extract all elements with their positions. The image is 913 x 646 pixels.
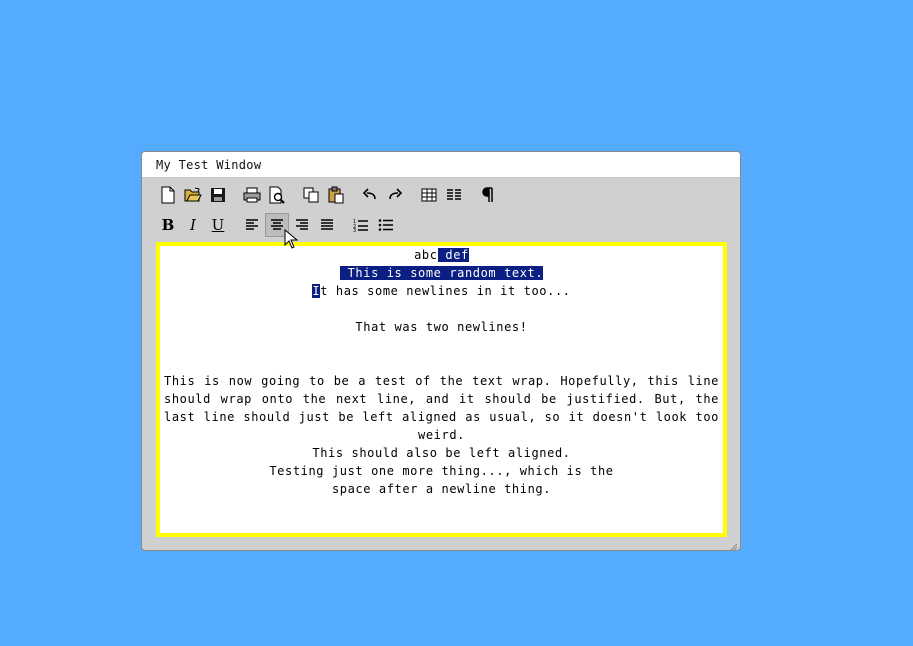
editor-text: t has some newlines in it too... [320,284,571,298]
editor-line: That was two newlines! [355,320,528,334]
align-justify-button[interactable] [315,213,339,237]
editor-line: abc def [164,246,719,264]
text-editor[interactable]: abc def This is some random text. It has … [156,242,727,537]
editor-line: Testing just one more thing..., which is… [269,464,614,478]
window-title: My Test Window [156,157,262,172]
print-preview-icon[interactable] [265,183,289,207]
bullet-list-icon [378,219,393,231]
selected-text: def [437,248,469,262]
copy-icon[interactable] [299,183,323,207]
editor-line: This should also be left aligned. [312,446,571,460]
editor-line: This is some random text. [164,264,719,282]
pilcrow-icon[interactable] [476,183,500,207]
align-left-icon [246,219,258,230]
align-center-icon [271,219,283,230]
undo-icon[interactable] [358,183,382,207]
underline-label: U [211,216,225,234]
open-folder-icon[interactable] [181,183,205,207]
editor-paragraph: This is now going to be a test of the te… [164,374,727,442]
paste-icon[interactable] [324,183,348,207]
window-titlebar[interactable]: My Test Window [142,152,740,178]
columns-icon[interactable] [442,183,466,207]
bold-button[interactable]: B [156,213,180,237]
resize-grip-icon[interactable] [728,538,738,550]
editor-line: space after a newline thing. [331,482,552,496]
format-toolbar: B I U 123 [156,212,399,238]
italic-button[interactable]: I [181,213,205,237]
align-center-button[interactable] [265,213,289,237]
underline-button[interactable]: U [206,213,230,237]
table-icon[interactable] [417,183,441,207]
svg-text:3: 3 [353,228,356,232]
align-justify-icon [321,219,333,230]
print-icon[interactable] [240,183,264,207]
bullet-list-button[interactable] [374,213,398,237]
save-icon[interactable] [206,183,230,207]
align-right-button[interactable] [290,213,314,237]
selected-text: This is some random text. [339,266,544,280]
editor-text: abc [414,248,438,262]
editor-line: It has some newlines in it too... [164,282,719,300]
numbered-list-button[interactable]: 123 [349,213,373,237]
numbered-list-icon: 123 [353,219,368,232]
redo-icon[interactable] [383,183,407,207]
italic-label: I [190,216,196,234]
align-right-icon [296,219,308,230]
app-window: My Test Window B I U 1 2 3 abc def This … [141,151,741,551]
align-left-button[interactable] [240,213,264,237]
main-toolbar [156,182,501,208]
new-file-icon[interactable] [156,183,180,207]
bold-label: B [161,216,175,234]
